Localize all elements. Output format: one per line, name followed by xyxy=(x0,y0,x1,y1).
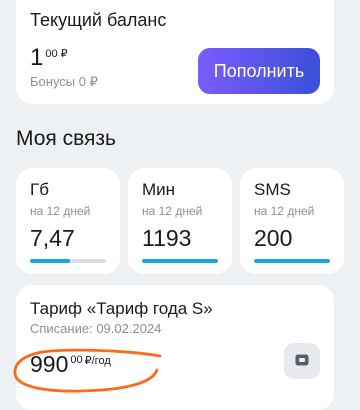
usage-value: 200 xyxy=(254,225,293,251)
usage-period: на 12 дней xyxy=(254,204,315,218)
usage-label: Мин xyxy=(142,180,176,199)
bonus-balance: Бонусы 0 ₽ xyxy=(30,74,98,89)
usage-card-sms[interactable]: SMS на 12 дней 200 xyxy=(240,168,344,274)
tariff-price: 990 00 ₽/год xyxy=(30,351,111,378)
usage-label: Гб xyxy=(30,180,49,199)
usage-progress-bar xyxy=(142,259,218,263)
usage-progress-fill xyxy=(254,259,330,263)
usage-period: на 12 дней xyxy=(142,204,203,218)
usage-label: SMS xyxy=(254,180,291,199)
topup-button[interactable]: Пополнить xyxy=(198,48,320,94)
tariff-charge-date: Списание: 09.02.2024 xyxy=(30,321,162,336)
usage-period: на 12 дней xyxy=(30,204,91,218)
tariff-price-fraction: 00 xyxy=(70,354,83,366)
usage-progress-bar xyxy=(30,259,106,263)
usage-progress-fill xyxy=(142,259,218,263)
usage-progress-bar xyxy=(254,259,330,263)
usage-value: 1193 xyxy=(142,225,192,251)
usage-value: 7,47 xyxy=(30,225,75,251)
sim-card-icon xyxy=(295,354,309,369)
balance-amount: 1 00 ₽ xyxy=(30,44,68,72)
tariff-price-integer: 990 xyxy=(30,351,69,377)
tariff-name: Тариф «Тариф года S» xyxy=(30,299,213,318)
usage-card-minutes[interactable]: Мин на 12 дней 1193 xyxy=(128,168,232,274)
section-title: Моя связь xyxy=(16,127,116,150)
balance-card: Текущий баланс 1 00 ₽ Бонусы 0 ₽ Пополни… xyxy=(16,0,334,104)
tariff-price-unit: ₽/год xyxy=(84,355,111,367)
balance-amount-integer: 1 xyxy=(30,44,44,71)
tariff-card[interactable]: Тариф «Тариф года S» Списание: 09.02.202… xyxy=(16,285,334,410)
balance-amount-fraction: 00 ₽ xyxy=(45,48,68,60)
usage-card-data[interactable]: Гб на 12 дней 7,47 xyxy=(16,168,120,274)
balance-title: Текущий баланс xyxy=(30,10,167,30)
sim-card-button[interactable] xyxy=(284,343,320,379)
usage-progress-fill xyxy=(30,259,70,263)
